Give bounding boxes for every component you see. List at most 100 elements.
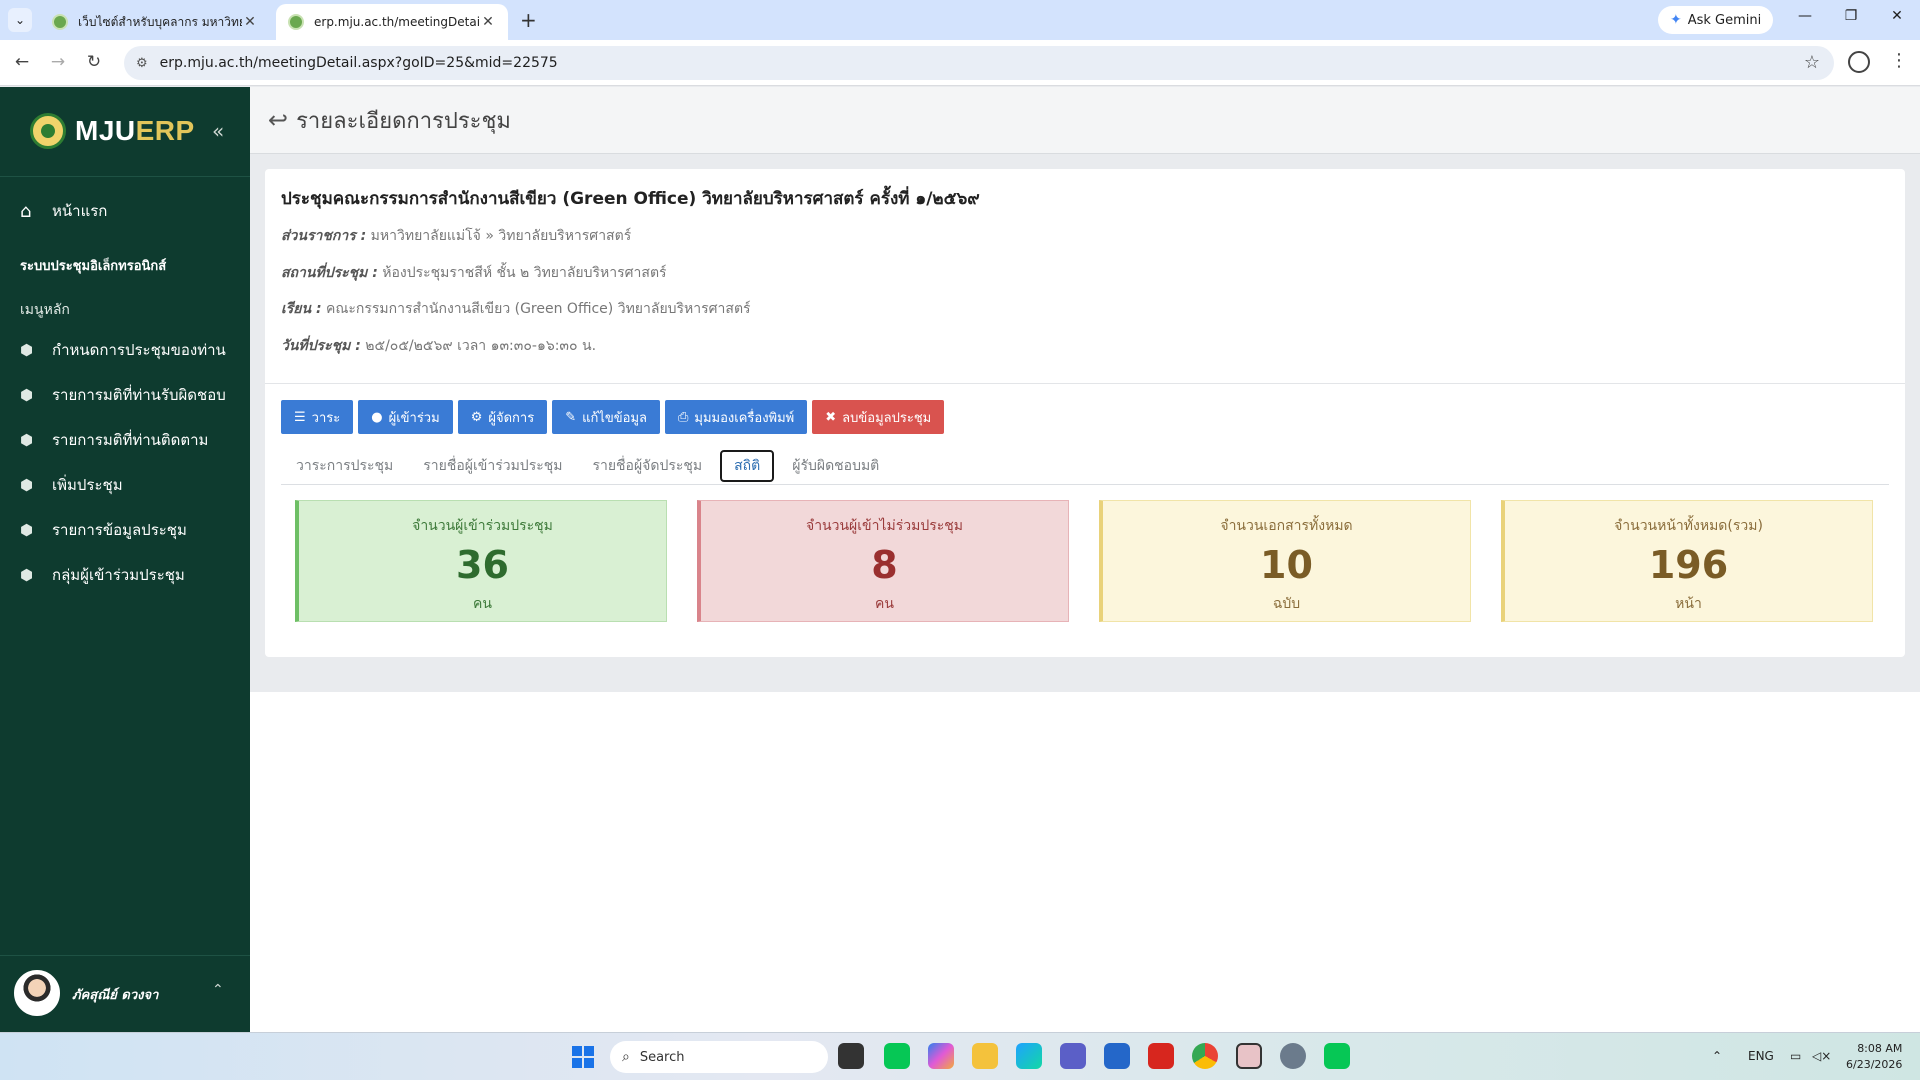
edge-icon[interactable] bbox=[1016, 1043, 1042, 1069]
collapse-sidebar-icon[interactable]: « bbox=[212, 119, 224, 143]
restore-icon[interactable]: ❐ bbox=[1828, 8, 1874, 24]
stat-label: จำนวนหน้าทั้งหมด(รวม) bbox=[1614, 518, 1763, 534]
line-app-icon[interactable] bbox=[884, 1043, 910, 1069]
action-buttons: ☰ วาระ ● ผู้เข้าร่วม ⚙ ผู้จัดการ ✎ แก้ไข… bbox=[281, 400, 945, 434]
statistics-panel: จำนวนผู้เข้าร่วมประชุม 36 คน จำนวนผู้เข้… bbox=[295, 500, 1873, 622]
section-subtitle: เมนูหลัก bbox=[20, 302, 70, 318]
delete-meeting-button[interactable]: ✖ ลบข้อมูลประชุม bbox=[812, 400, 945, 434]
url-field[interactable]: ⚙ erp.mju.ac.th/meetingDetail.aspx?goID=… bbox=[124, 46, 1834, 80]
clock-time: 8:08 AM bbox=[1857, 1042, 1903, 1055]
browser-tab-staff-site[interactable]: เว็บไซต์สำหรับบุคลากร มหาวิทยาลัยแม่โจ้ … bbox=[40, 4, 270, 40]
managers-button[interactable]: ⚙ ผู้จัดการ bbox=[457, 400, 548, 434]
taskbar-search[interactable]: ⌕ Search bbox=[610, 1041, 828, 1073]
user-panel[interactable]: ภัคสุณีย์ ดวงจา ⌃ bbox=[0, 955, 250, 1032]
sidebar-item-label: รายการข้อมูลประชุม bbox=[52, 520, 187, 539]
to-label: เรียน : bbox=[281, 301, 322, 317]
tab-search-chevron-icon[interactable]: ⌄ bbox=[8, 8, 32, 32]
sidebar-item-label: เพิ่มประชุม bbox=[52, 475, 123, 494]
stat-pages: จำนวนหน้าทั้งหมด(รวม) 196 หน้า bbox=[1501, 500, 1873, 622]
acrobat-icon[interactable] bbox=[1148, 1043, 1174, 1069]
reload-icon[interactable]: ↻ bbox=[82, 52, 106, 72]
clock[interactable]: 8:08 AM 6/23/2026 bbox=[1846, 1041, 1902, 1073]
sidebar-item-responsible-resolutions[interactable]: ⬢ รายการมติที่ท่านรับผิดชอบ bbox=[20, 372, 226, 417]
copilot-icon[interactable] bbox=[928, 1043, 954, 1069]
meeting-date: วันที่ประชุม : ๒๕/๐๕/๒๕๖๙ เวลา ๑๓:๓๐-๑๖:… bbox=[281, 335, 596, 357]
file-explorer-icon[interactable] bbox=[972, 1043, 998, 1069]
volume-muted-icon[interactable]: ◁× bbox=[1812, 1049, 1831, 1063]
tab-statistics[interactable]: สถิติ bbox=[720, 449, 775, 482]
chevron-up-tray-icon[interactable]: ⌃ bbox=[1712, 1049, 1722, 1063]
main-blank-area bbox=[250, 692, 1920, 1032]
cube-icon: ⬢ bbox=[20, 385, 34, 404]
page-title: รายละเอียดการประชุม bbox=[296, 108, 511, 134]
stat-documents: จำนวนเอกสารทั้งหมด 10 ฉบับ bbox=[1099, 500, 1471, 622]
gemini-sparkle-icon: ✦ bbox=[1670, 12, 1682, 28]
url-text: erp.mju.ac.th/meetingDetail.aspx?goID=25… bbox=[159, 55, 558, 71]
brand: MJUERP « bbox=[0, 87, 250, 177]
chatgpt-icon[interactable] bbox=[1236, 1043, 1262, 1069]
cube-icon: ⬢ bbox=[20, 520, 34, 539]
divider bbox=[265, 383, 1905, 384]
sidebar-item-attendee-groups[interactable]: ⬢ กลุ่มผู้เข้าร่วมประชุม bbox=[20, 552, 226, 597]
browser-tab-meeting-detail[interactable]: erp.mju.ac.th/meetingDetail.aspx ✕ bbox=[276, 4, 508, 40]
stat-attendees: จำนวนผู้เข้าร่วมประชุม 36 คน bbox=[295, 500, 667, 622]
site-settings-icon[interactable]: ⚙ bbox=[136, 56, 148, 71]
brand-name[interactable]: MJUERP bbox=[75, 115, 195, 147]
tab-attendees[interactable]: รายชื่อผู้เข้าร่วมประชุม bbox=[408, 450, 577, 482]
bookmark-star-icon[interactable]: ☆ bbox=[1804, 52, 1820, 73]
chevron-up-icon[interactable]: ⌃ bbox=[212, 982, 224, 998]
sidebar-item-schedule[interactable]: ⬢ กำหนดการประชุมของท่าน bbox=[20, 327, 226, 372]
org-value: มหาวิทยาลัยแม่โจ้ » วิทยาลัยบริหารศาสตร์ bbox=[370, 228, 632, 244]
search-placeholder: Search bbox=[639, 1049, 685, 1065]
cube-icon: ⬢ bbox=[20, 565, 34, 584]
mju-favicon-icon bbox=[288, 14, 304, 30]
brand-mju: MJU bbox=[75, 115, 136, 146]
place-value: ห้องประชุมราชสีห์ ชั้น ๒ วิทยาลัยบริหารศ… bbox=[382, 265, 667, 281]
button-label: ลบข้อมูลประชุม bbox=[842, 410, 932, 426]
back-reply-icon[interactable]: ↩ bbox=[268, 106, 288, 134]
chrome-icon[interactable] bbox=[1192, 1043, 1218, 1069]
back-arrow-icon[interactable]: ← bbox=[10, 52, 34, 72]
browser-tabbar: ⌄ เว็บไซต์สำหรับบุคลากร มหาวิทยาลัยแม่โจ… bbox=[0, 0, 1920, 40]
attendees-button[interactable]: ● ผู้เข้าร่วม bbox=[358, 400, 453, 434]
close-icon: ✖ bbox=[825, 409, 837, 425]
network-icon[interactable]: ▭ bbox=[1790, 1049, 1801, 1063]
sidebar-item-meeting-list[interactable]: ⬢ รายการข้อมูลประชุม bbox=[20, 507, 226, 552]
browser-menu-icon[interactable]: ⋮ bbox=[1890, 50, 1908, 71]
clock-date: 6/23/2026 bbox=[1846, 1058, 1903, 1071]
sidebar-item-home[interactable]: ⌂ หน้าแรก bbox=[20, 199, 107, 223]
line-app-icon[interactable] bbox=[1324, 1043, 1350, 1069]
task-view-icon[interactable] bbox=[838, 1043, 864, 1069]
forward-arrow-icon[interactable]: → bbox=[46, 52, 70, 72]
tab-agenda[interactable]: วาระการประชุม bbox=[281, 450, 408, 482]
store-icon[interactable] bbox=[1104, 1043, 1130, 1069]
agenda-button[interactable]: ☰ วาระ bbox=[281, 400, 354, 434]
button-label: แก้ไขข้อมูล bbox=[582, 410, 647, 426]
tab-organizers[interactable]: รายชื่อผู้จัดประชุม bbox=[577, 450, 717, 482]
profile-icon[interactable] bbox=[1848, 51, 1870, 73]
address-bar: ← → ↻ ⚙ erp.mju.ac.th/meetingDetail.aspx… bbox=[0, 40, 1920, 86]
close-tab-icon[interactable]: ✕ bbox=[480, 14, 496, 30]
user-name: ภัคสุณีย์ ดวงจา bbox=[72, 988, 159, 1003]
mju-favicon-icon bbox=[52, 14, 68, 30]
button-label: มุมมองเครื่องพิมพ์ bbox=[694, 410, 795, 426]
sidebar-item-add-meeting[interactable]: ⬢ เพิ่มประชุม bbox=[20, 462, 226, 507]
tab-resolution-owners[interactable]: ผู้รับผิดชอบมติ bbox=[777, 450, 894, 482]
ask-gemini-button[interactable]: ✦ Ask Gemini bbox=[1658, 6, 1774, 34]
sidebar-item-tracked-resolutions[interactable]: ⬢ รายการมติที่ท่านติดตาม bbox=[20, 417, 226, 462]
edit-button[interactable]: ✎ แก้ไขข้อมูล bbox=[552, 400, 660, 434]
settings-gear-icon[interactable] bbox=[1280, 1043, 1306, 1069]
new-tab-icon[interactable]: + bbox=[520, 8, 537, 32]
language-indicator[interactable]: ENG bbox=[1748, 1049, 1774, 1063]
stat-label: จำนวนผู้เข้าร่วมประชุม bbox=[412, 518, 553, 534]
sidebar-item-label: รายการมติที่ท่านรับผิดชอบ bbox=[52, 385, 226, 404]
main-content: ↩ รายละเอียดการประชุม ประชุมคณะกรรมการสำ… bbox=[250, 87, 1920, 692]
teams-icon[interactable] bbox=[1060, 1043, 1086, 1069]
mju-logo-icon bbox=[30, 113, 66, 149]
minimize-icon[interactable]: — bbox=[1782, 8, 1828, 24]
print-view-button[interactable]: ⎙ มุมมองเครื่องพิมพ์ bbox=[665, 400, 808, 434]
close-tab-icon[interactable]: ✕ bbox=[242, 14, 258, 30]
windows-start-icon[interactable] bbox=[572, 1046, 594, 1068]
window-close-icon[interactable]: ✕ bbox=[1874, 8, 1920, 24]
sidebar-item-label: กลุ่มผู้เข้าร่วมประชุม bbox=[52, 565, 185, 584]
